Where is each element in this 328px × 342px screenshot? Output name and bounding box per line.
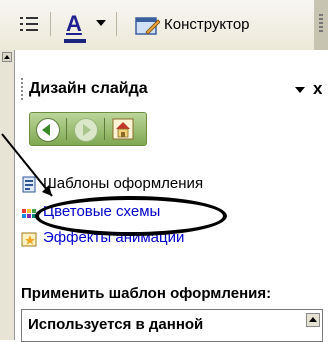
nav-separator	[66, 118, 67, 140]
designer-icon	[135, 17, 160, 35]
apply-template-label: Применить шаблон оформления:	[21, 285, 272, 302]
close-icon[interactable]: x	[313, 79, 322, 99]
chevron-down-icon[interactable]	[96, 20, 106, 26]
highlight-ellipse	[35, 196, 227, 236]
indent-icon[interactable]	[18, 14, 40, 36]
font-color-icon: A	[66, 11, 82, 36]
home-icon[interactable]	[112, 118, 134, 140]
toolbar-separator	[50, 12, 51, 36]
toolbar-grip[interactable]	[314, 0, 328, 50]
toolbar-separator	[116, 12, 117, 36]
font-color-button[interactable]: A	[62, 9, 90, 43]
scroll-up-icon[interactable]	[306, 313, 320, 327]
task-pane-slide-design: Дизайн слайда x Шаблоны оформления Цвето…	[14, 50, 328, 342]
template-list-section-label: Используется в данной	[28, 316, 204, 333]
font-color-swatch	[64, 39, 86, 43]
templates-link-label: Шаблоны оформления	[43, 175, 204, 192]
designer-label: Конструктор	[164, 16, 250, 33]
template-list[interactable]: Используется в данной	[21, 309, 323, 342]
nav-separator	[104, 118, 105, 140]
scroll-up-icon[interactable]	[2, 52, 12, 62]
pane-grip[interactable]	[21, 78, 23, 100]
toolbar: A Конструктор	[0, 0, 328, 50]
animation-effects-icon	[21, 232, 37, 247]
pane-header: Дизайн слайда x	[15, 74, 328, 104]
forward-icon[interactable]	[74, 118, 98, 142]
pointer-arrow	[1, 133, 53, 197]
pane-menu-chevron-icon[interactable]	[295, 87, 305, 93]
pane-title: Дизайн слайда	[29, 80, 148, 97]
